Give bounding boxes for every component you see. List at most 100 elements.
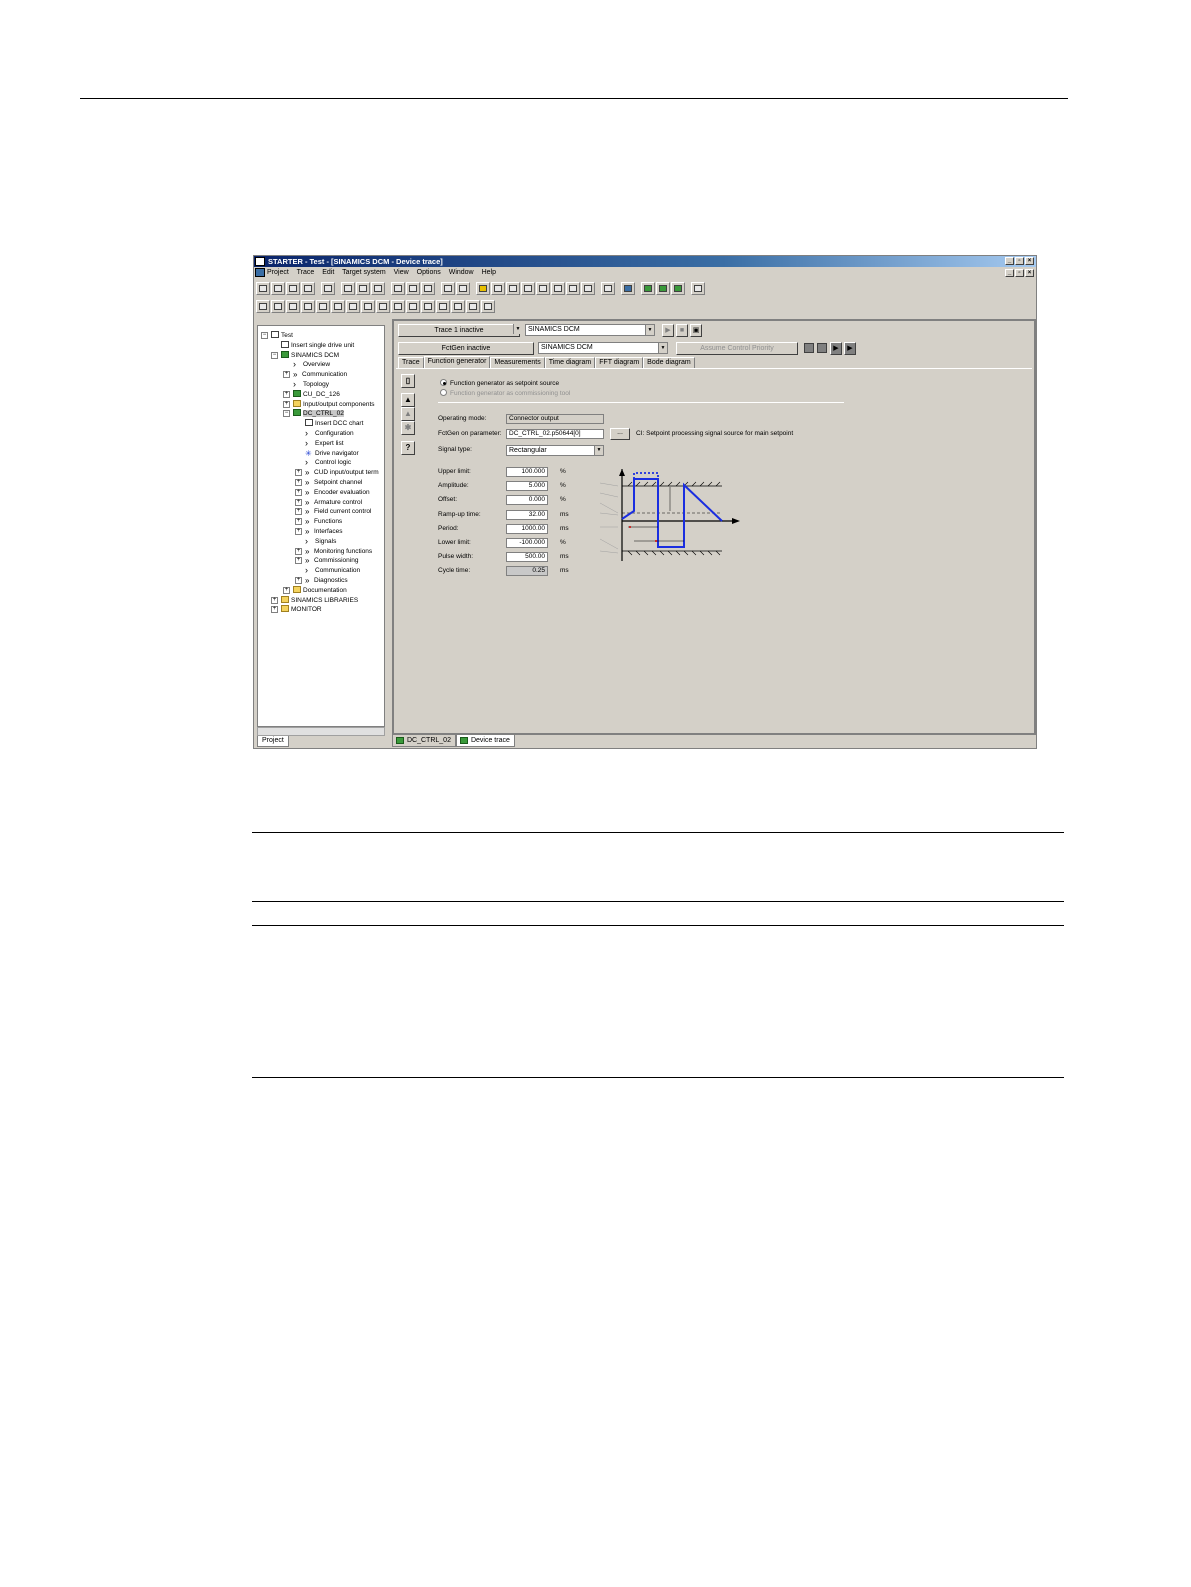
new-icon[interactable] (256, 281, 270, 295)
field-input[interactable]: 1000.00 (506, 523, 548, 534)
close-button[interactable]: × (1025, 257, 1034, 265)
project-tab[interactable]: Project (257, 736, 289, 747)
save-compile-icon[interactable] (301, 281, 315, 295)
expand-icon[interactable]: + (295, 498, 302, 506)
copy-icon[interactable] (356, 281, 370, 295)
tree-item[interactable]: + SINAMICS LIBRARIES (271, 595, 358, 606)
expand-icon[interactable]: + (283, 400, 290, 408)
tree-item[interactable]: + Communication (283, 370, 347, 380)
tree-horizontal-scrollbar[interactable] (257, 727, 385, 736)
fctgen-button-1[interactable] (804, 343, 814, 353)
tree-item[interactable]: + Monitoring functions (295, 547, 372, 557)
print-icon[interactable] (321, 281, 335, 295)
menu-target-system[interactable]: Target system (342, 269, 386, 276)
tool7-icon[interactable] (346, 299, 360, 313)
tree-item[interactable]: Signals (305, 537, 336, 547)
tree-item[interactable]: Topology (293, 380, 329, 390)
tab-bode-diagram[interactable]: Bode diagram (643, 357, 695, 368)
child-restore-button[interactable]: ▫ (1015, 269, 1024, 277)
field-input[interactable]: 100.000 (506, 467, 548, 477)
menu-help[interactable]: Help (482, 269, 496, 276)
minimize-button[interactable]: _ (1005, 257, 1014, 265)
connect-icon[interactable] (476, 281, 490, 295)
paste-icon[interactable] (371, 281, 385, 295)
stop-trace-button[interactable]: ■ (676, 324, 688, 337)
field-input[interactable]: 0.000 (506, 495, 548, 506)
child-minimize-button[interactable]: _ (1005, 269, 1014, 277)
trace-device-select[interactable]: SINAMICS DCM ▼ (525, 324, 655, 336)
trace-settings-button[interactable]: ▣ (690, 324, 702, 337)
tool3-icon[interactable] (286, 299, 300, 313)
menu-window[interactable]: Window (449, 269, 474, 276)
menu-project[interactable]: Project (267, 269, 289, 276)
device-trace-icon[interactable] (671, 281, 685, 295)
control-panel-icon[interactable] (621, 281, 635, 295)
tab-fft-diagram[interactable]: FFT diagram (595, 357, 644, 368)
tool5-icon[interactable] (316, 299, 330, 313)
expand-icon[interactable]: + (283, 390, 290, 398)
menu-edit[interactable]: Edit (322, 269, 334, 276)
help-icon[interactable] (421, 281, 435, 295)
trace-status-button[interactable]: Trace 1 inactive (398, 324, 520, 337)
download-icon[interactable]: ▲ (401, 393, 415, 407)
compare-icon[interactable] (521, 281, 535, 295)
tree-item[interactable]: Insert single drive unit (281, 340, 354, 351)
upload-icon[interactable]: ▲ (401, 407, 415, 421)
restore-button[interactable]: ▫ (1015, 257, 1024, 265)
fctgen-play-button[interactable]: ▶ (830, 342, 842, 355)
tool10-icon[interactable] (391, 299, 405, 313)
tree-item[interactable]: + Encoder evaluation (295, 488, 370, 498)
tree-item[interactable]: Drive navigator (305, 449, 359, 459)
menu-trace[interactable]: Trace (297, 269, 315, 276)
tab-time-diagram[interactable]: Time diagram (544, 357, 596, 368)
load-cpu-icon[interactable] (566, 281, 580, 295)
tab-measurements[interactable]: Measurements (490, 357, 545, 368)
tool2-icon[interactable] (271, 299, 285, 313)
tool15-icon[interactable] (466, 299, 480, 313)
options-icon[interactable] (691, 281, 705, 295)
open-icon[interactable] (271, 281, 285, 295)
field-input[interactable]: 5.000 (506, 481, 548, 492)
menu-view[interactable]: View (394, 269, 409, 276)
expand-icon[interactable]: + (295, 557, 302, 565)
tree-item[interactable]: Insert DCC chart (305, 419, 363, 429)
tree-item[interactable]: + Functions (295, 517, 342, 527)
expand-icon[interactable]: + (295, 479, 302, 486)
expand-icon[interactable]: + (295, 577, 302, 584)
tree-item[interactable]: − Test (261, 331, 293, 341)
trace-icon[interactable] (641, 281, 655, 295)
tool12-icon[interactable] (421, 299, 435, 313)
radio-commissioning-tool[interactable]: Function generator as commissioning tool (440, 389, 570, 399)
tree-item[interactable]: + Armature control (295, 498, 362, 508)
tree-item[interactable]: + MONITOR (271, 605, 322, 615)
expand-icon[interactable]: + (295, 518, 302, 526)
tool6-icon[interactable] (331, 299, 345, 313)
collapse-icon[interactable]: − (283, 410, 290, 418)
signal-type-select[interactable]: Rectangular ▼ (506, 445, 604, 456)
expand-icon[interactable]: + (295, 547, 302, 555)
browse-parameter-button[interactable]: ... (610, 428, 630, 440)
tool1-icon[interactable] (256, 299, 270, 313)
load-to-pg-icon[interactable] (551, 281, 565, 295)
tool4-icon[interactable] (301, 299, 315, 313)
redo-icon[interactable] (406, 281, 420, 295)
tool14-icon[interactable] (451, 299, 465, 313)
cut-icon[interactable] (341, 281, 355, 295)
expand-icon[interactable]: + (295, 488, 302, 496)
tree-item[interactable]: + Setpoint channel (295, 478, 362, 488)
field-input[interactable]: 32.00 (506, 509, 548, 520)
tool11-icon[interactable] (406, 299, 420, 313)
child-close-button[interactable]: × (1025, 269, 1034, 277)
expand-icon[interactable]: + (271, 596, 278, 604)
collapse-icon[interactable]: − (261, 332, 268, 339)
tree-item[interactable]: Control logic (305, 458, 351, 468)
tree-item[interactable]: Overview (293, 360, 330, 370)
upload-icon[interactable] (506, 281, 520, 295)
parameter-input[interactable]: DC_CTRL_02.p50644[0] (506, 429, 604, 439)
project-tree[interactable]: − Test Insert single drive unit − SINAMICS D… (257, 325, 385, 727)
device-load-icon[interactable] (581, 281, 595, 295)
accessible-nodes-icon[interactable] (601, 281, 615, 295)
collapse-icon[interactable]: − (271, 351, 278, 359)
field-input[interactable]: 500.00 (506, 552, 548, 563)
expand-icon[interactable]: + (295, 508, 302, 516)
